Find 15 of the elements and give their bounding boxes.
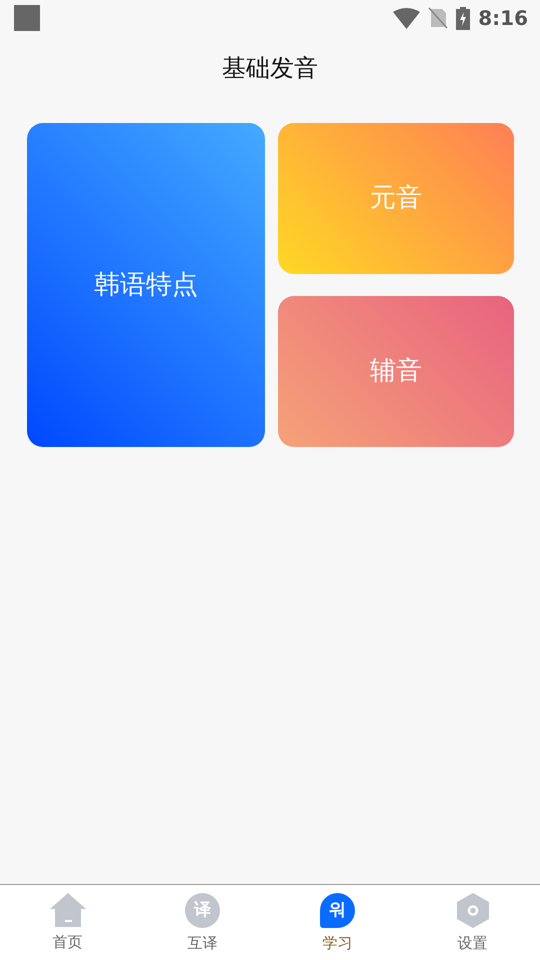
no-sim-icon — [428, 7, 448, 29]
category-card[interactable]: 韩语特点 — [27, 123, 265, 447]
nav-tab[interactable]: 워 学习 — [270, 885, 405, 960]
settings-icon — [456, 893, 488, 928]
translate-icon: 译 — [185, 893, 220, 928]
wifi-icon — [393, 8, 420, 28]
notification-icon — [14, 5, 40, 31]
home-icon — [50, 893, 86, 927]
page-title: 基础发音 — [222, 54, 318, 82]
nav-tab[interactable]: 译 互译 — [135, 885, 270, 960]
nav-tab[interactable]: 设置 — [405, 885, 540, 960]
clock-time: 8:16 — [478, 5, 528, 32]
battery-charging-icon — [456, 6, 470, 30]
chat-bubble-icon: 워 — [320, 893, 355, 928]
nav-tab[interactable]: 首页 — [0, 885, 135, 960]
